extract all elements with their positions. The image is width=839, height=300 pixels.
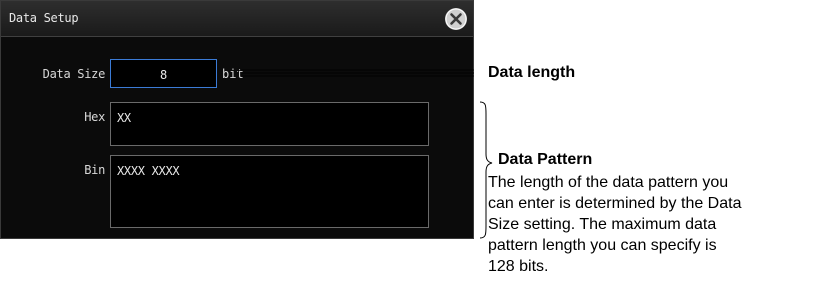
data-pattern-annotation-title: Data Pattern bbox=[498, 151, 593, 168]
hex-label: Hex bbox=[84, 110, 105, 124]
close-button[interactable] bbox=[445, 8, 467, 30]
description-line: can enter is determined by the Data bbox=[488, 195, 742, 212]
dialog-titlebar: Data Setup bbox=[1, 1, 473, 37]
data-length-callout-line bbox=[238, 69, 474, 77]
data-size-label: Data Size bbox=[42, 67, 106, 81]
page-root: Data Setup Data Size 8 bit Hex XX Bin XX… bbox=[0, 0, 839, 300]
data-length-annotation: Data length bbox=[488, 64, 576, 81]
bin-value: XXXX XXXX bbox=[117, 164, 180, 178]
description-line: pattern length you can specify is bbox=[488, 237, 717, 254]
description-line: Size setting. The maximum data bbox=[488, 216, 717, 233]
dialog-title: Data Setup bbox=[9, 11, 79, 25]
data-pattern-annotation-description: The length of the data pattern you can e… bbox=[488, 172, 838, 277]
data-size-input[interactable]: 8 bbox=[110, 59, 217, 88]
hex-value: XX bbox=[117, 111, 131, 125]
data-size-value: 8 bbox=[160, 68, 167, 82]
description-line: 128 bits. bbox=[488, 258, 549, 275]
close-icon bbox=[445, 8, 467, 30]
data-setup-dialog: Data Setup Data Size 8 bit Hex XX Bin XX… bbox=[0, 0, 474, 239]
bin-label: Bin bbox=[84, 163, 105, 177]
hex-input[interactable]: XX bbox=[110, 102, 429, 146]
description-line: The length of the data pattern you bbox=[488, 174, 729, 191]
bin-input[interactable]: XXXX XXXX bbox=[110, 155, 429, 228]
